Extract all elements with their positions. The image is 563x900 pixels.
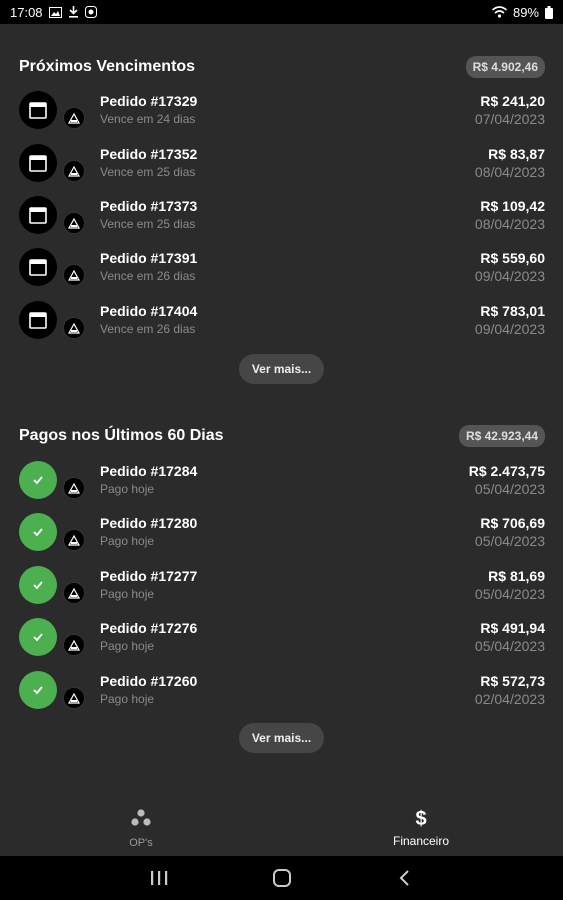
- due-in-text: Vence em 24 dias: [100, 112, 196, 126]
- order-date: 05/04/2023: [474, 481, 545, 497]
- paid-status-text: Pago hoje: [100, 587, 155, 601]
- upcoming-total-badge: R$ 4.902,46: [465, 56, 545, 78]
- order-date: 05/04/2023: [474, 638, 545, 654]
- order-amount: R$ 572,73: [480, 673, 545, 689]
- calendar-icon: [19, 196, 57, 234]
- store-logo-icon: [63, 687, 85, 709]
- system-nav-bar: [0, 856, 563, 900]
- order-amount: R$ 109,42: [480, 198, 545, 214]
- upcoming-row[interactable]: Pedido #17373 Vence em 25 dias R$ 109,42…: [19, 192, 545, 238]
- back-icon[interactable]: [393, 866, 417, 890]
- three-dots-icon: [130, 808, 152, 833]
- paid-row[interactable]: Pedido #17280 Pago hoje R$ 706,69 05/04/…: [19, 509, 545, 555]
- dollar-icon: $: [415, 808, 427, 830]
- upcoming-see-more-button[interactable]: Ver mais...: [239, 354, 324, 384]
- order-title: Pedido #17276: [100, 620, 198, 636]
- order-title: Pedido #17404: [100, 303, 198, 319]
- store-logo-icon: [63, 212, 85, 234]
- store-logo-icon: [63, 582, 85, 604]
- order-title: Pedido #17260: [100, 673, 198, 689]
- due-in-text: Vence em 26 dias: [100, 269, 196, 283]
- upcoming-row[interactable]: Pedido #17404 Vence em 26 dias R$ 783,01…: [19, 297, 545, 343]
- order-date: 08/04/2023: [474, 216, 545, 232]
- recent-apps-icon[interactable]: [147, 866, 171, 890]
- order-title: Pedido #17391: [100, 250, 198, 266]
- app-notification-icon: [84, 6, 97, 18]
- order-title: Pedido #17352: [100, 146, 198, 162]
- paid-header: Pagos nos Últimos 60 Dias R$ 42.923,44: [19, 422, 545, 450]
- order-date: 05/04/2023: [474, 533, 545, 549]
- paid-title: Pagos nos Últimos 60 Dias: [19, 427, 224, 444]
- order-amount: R$ 2.473,75: [468, 463, 545, 479]
- store-logo-icon: [63, 264, 85, 286]
- order-amount: R$ 491,94: [480, 620, 545, 636]
- due-in-text: Vence em 25 dias: [100, 165, 196, 179]
- paid-see-more-button[interactable]: Ver mais...: [239, 723, 324, 753]
- order-amount: R$ 81,69: [488, 568, 545, 584]
- order-date: 05/04/2023: [474, 586, 545, 602]
- store-logo-icon: [63, 107, 85, 129]
- check-icon: [19, 461, 57, 499]
- upcoming-row[interactable]: Pedido #17391 Vence em 26 dias R$ 559,60…: [19, 244, 545, 290]
- check-icon: [19, 566, 57, 604]
- upcoming-row[interactable]: Pedido #17329 Vence em 24 dias R$ 241,20…: [19, 87, 545, 133]
- order-title: Pedido #17329: [100, 93, 198, 109]
- paid-status-text: Pago hoje: [100, 692, 155, 706]
- nav-tab-ops[interactable]: OP's: [81, 808, 201, 854]
- order-date: 02/04/2023: [474, 691, 545, 707]
- nav-tab-financeiro[interactable]: $ Financeiro: [361, 808, 481, 854]
- order-amount: R$ 783,01: [480, 303, 545, 319]
- nav-tab-financeiro-label: Financeiro: [392, 834, 450, 848]
- wifi-icon: [491, 6, 507, 18]
- check-icon: [19, 618, 57, 656]
- order-date: 07/04/2023: [474, 111, 545, 127]
- paid-status-text: Pago hoje: [100, 482, 155, 496]
- calendar-icon: [19, 144, 57, 182]
- calendar-icon: [19, 91, 57, 129]
- order-date: 08/04/2023: [474, 164, 545, 180]
- status-time: 17:08: [10, 4, 43, 20]
- paid-row[interactable]: Pedido #17276 Pago hoje R$ 491,94 05/04/…: [19, 614, 545, 660]
- upcoming-row[interactable]: Pedido #17352 Vence em 25 dias R$ 83,87 …: [19, 140, 545, 186]
- store-logo-icon: [63, 477, 85, 499]
- order-date: 09/04/2023: [474, 321, 545, 337]
- paid-status-text: Pago hoje: [100, 639, 155, 653]
- upcoming-header: Próximos Vencimentos R$ 4.902,46: [19, 53, 545, 81]
- home-icon[interactable]: [270, 866, 294, 890]
- bottom-nav: OP's $ Financeiro: [0, 802, 563, 856]
- due-in-text: Vence em 25 dias: [100, 217, 196, 231]
- calendar-icon: [19, 301, 57, 339]
- gallery-notification-icon: [48, 6, 62, 18]
- download-notification-icon: [68, 6, 79, 18]
- order-amount: R$ 559,60: [480, 250, 545, 266]
- order-date: 09/04/2023: [474, 268, 545, 284]
- order-title: Pedido #17284: [100, 463, 198, 479]
- order-title: Pedido #17373: [100, 198, 198, 214]
- check-icon: [19, 671, 57, 709]
- check-icon: [19, 513, 57, 551]
- paid-row[interactable]: Pedido #17260 Pago hoje R$ 572,73 02/04/…: [19, 667, 545, 713]
- calendar-icon: [19, 248, 57, 286]
- store-logo-icon: [63, 160, 85, 182]
- store-logo-icon: [63, 634, 85, 656]
- order-amount: R$ 706,69: [480, 515, 545, 531]
- due-in-text: Vence em 26 dias: [100, 322, 196, 336]
- order-amount: R$ 241,20: [480, 93, 545, 109]
- finance-content[interactable]: Próximos Vencimentos R$ 4.902,46 Pedido …: [0, 24, 563, 802]
- paid-row[interactable]: Pedido #17277 Pago hoje R$ 81,69 05/04/2…: [19, 562, 545, 608]
- order-title: Pedido #17280: [100, 515, 198, 531]
- status-bar: 17:08 89%: [0, 0, 563, 24]
- paid-row[interactable]: Pedido #17284 Pago hoje R$ 2.473,75 05/0…: [19, 457, 545, 503]
- order-amount: R$ 83,87: [488, 146, 545, 162]
- order-title: Pedido #17277: [100, 568, 198, 584]
- paid-status-text: Pago hoje: [100, 534, 155, 548]
- upcoming-title: Próximos Vencimentos: [19, 58, 196, 75]
- store-logo-icon: [63, 529, 85, 551]
- battery-icon: [545, 5, 553, 19]
- paid-total-badge: R$ 42.923,44: [458, 425, 545, 447]
- nav-tab-ops-label: OP's: [129, 837, 153, 849]
- battery-percent: 89%: [512, 4, 539, 20]
- store-logo-icon: [63, 317, 85, 339]
